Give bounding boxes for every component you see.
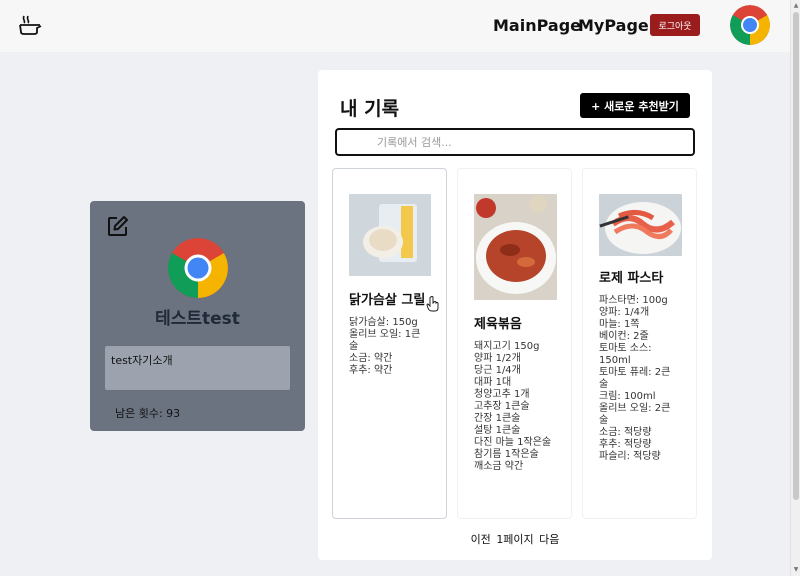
hand-cursor-icon (426, 296, 439, 312)
ingredient-item: 양파 1/2개 (474, 353, 521, 364)
search-input[interactable] (335, 128, 695, 156)
ingredient-item: 깨소금 약간 (474, 461, 524, 472)
recipe-card[interactable]: 로제 파스타 파스타면: 100g 양파: 1/4개 마늘: 1쪽 베이컨: 2… (582, 168, 697, 519)
recipe-title: 로제 파스타 (599, 271, 664, 286)
profile-card: 테스트test test자기소개 남은 횟수: 93 (90, 201, 305, 431)
ingredient-item: 후추: 적당량 (599, 439, 652, 450)
ingredient-item: 설탕 1큰술 (474, 425, 521, 436)
ingredient-item: 다진 마늘 1작은술 (474, 437, 552, 448)
ingredient-item: 올리브 오일: 2큰 (599, 403, 671, 414)
page-scrollbar[interactable]: ▲ ▼ (790, 0, 800, 576)
current-page-label: 1페이지 (496, 533, 534, 546)
ingredient-list: 파스타면: 100g 양파: 1/4개 마늘: 1쪽 베이컨: 2줄 토마토 소… (599, 295, 694, 463)
ingredient-item: 소금: 약간 (349, 353, 393, 364)
remaining-count: 남은 횟수: 93 (115, 407, 181, 420)
recipe-image (599, 194, 682, 256)
profile-avatar (168, 238, 228, 298)
recipe-image (474, 194, 557, 300)
page-title: 내 기록 (340, 98, 400, 120)
ingredient-list: 돼지고기 150g 양파 1/2개 당근 1/4개 대파 1대 청양고추 1개 … (474, 341, 569, 473)
cooking-pot-logo-icon[interactable] (18, 14, 42, 36)
recipe-card[interactable]: 제육볶음 돼지고기 150g 양파 1/2개 당근 1/4개 대파 1대 청양고… (457, 168, 572, 519)
ingredient-item: 술 (349, 341, 359, 352)
ingredient-item: 술 (599, 379, 609, 390)
ingredient-item: 토마토 퓨레: 2큰 (599, 367, 671, 378)
ingredient-item: 베이컨: 2줄 (599, 331, 649, 342)
ingredient-item: 간장 1큰술 (474, 413, 521, 424)
ingredient-item: 돼지고기 150g (474, 341, 540, 352)
scroll-thumb[interactable] (793, 12, 799, 500)
ingredient-item: 파스타면: 100g (599, 295, 668, 306)
edit-icon[interactable] (107, 215, 129, 237)
scroll-up-arrow-icon[interactable]: ▲ (792, 2, 800, 10)
prev-page-button[interactable]: 이전 (471, 533, 491, 546)
logout-button[interactable]: 로그아웃 (650, 14, 700, 36)
records-panel: 내 기록 + 새로운 추천받기 닭가슴살 그릴 닭가슴살: 150g 올리브 오… (318, 70, 712, 560)
profile-intro: test자기소개 (105, 346, 290, 390)
scroll-down-arrow-icon[interactable]: ▼ (792, 566, 800, 574)
ingredient-item: 150ml (599, 355, 631, 366)
new-recommendation-button[interactable]: + 새로운 추천받기 (580, 93, 690, 118)
ingredient-item: 참기름 1작은술 (474, 449, 539, 460)
ingredient-item: 술 (599, 415, 609, 426)
recipe-title: 닭가슴살 그릴 (349, 293, 426, 308)
recipe-title: 제육볶음 (474, 317, 522, 332)
pagination: 이전 1페이지 다음 (318, 531, 712, 547)
nav-link-mainpage[interactable]: MainPage (493, 16, 581, 35)
ingredient-item: 고추장 1큰술 (474, 401, 530, 412)
top-nav: MainPage MyPage 로그아웃 (0, 0, 790, 52)
ingredient-item: 마늘: 1쪽 (599, 319, 640, 330)
recipe-card[interactable]: 닭가슴살 그릴 닭가슴살: 150g 올리브 오일: 1큰 술 소금: 약간 후… (332, 168, 447, 519)
ingredient-item: 후추: 약간 (349, 365, 393, 376)
ingredient-item: 올리브 오일: 1큰 (349, 329, 421, 340)
profile-name: 테스트test (155, 309, 240, 329)
ingredient-item: 소금: 적당량 (599, 427, 652, 438)
recipe-image (349, 194, 431, 276)
ingredient-list: 닭가슴살: 150g 올리브 오일: 1큰 술 소금: 약간 후추: 약간 (349, 317, 444, 377)
next-page-button[interactable]: 다음 (539, 533, 559, 546)
ingredient-item: 청양고추 1개 (474, 389, 530, 400)
ingredient-item: 토마토 소스: (599, 343, 652, 354)
ingredient-item: 당근 1/4개 (474, 365, 521, 376)
nav-link-mypage[interactable]: MyPage (578, 16, 649, 35)
ingredient-item: 닭가슴살: 150g (349, 317, 418, 328)
avatar[interactable] (730, 5, 770, 45)
ingredient-item: 크림: 100ml (599, 391, 656, 402)
ingredient-item: 파슬리: 적당량 (599, 451, 661, 462)
ingredient-item: 대파 1대 (474, 377, 512, 388)
ingredient-item: 양파: 1/4개 (599, 307, 650, 318)
